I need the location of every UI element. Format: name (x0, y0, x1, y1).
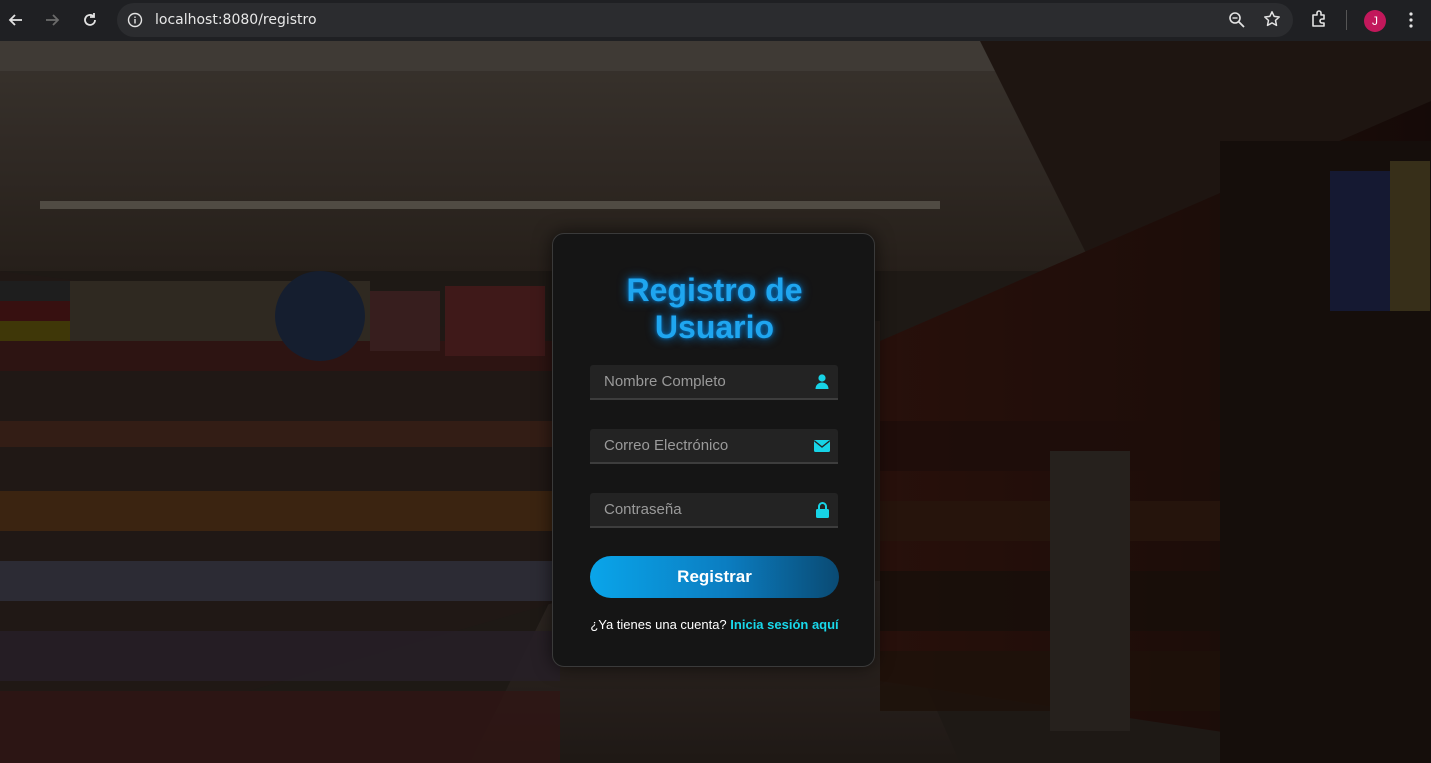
lock-icon (814, 501, 830, 518)
toolbar-divider (1346, 10, 1347, 30)
zoom-icon[interactable] (1228, 11, 1245, 33)
registration-card: Registro de Usuario Registrar ¿Ya tienes… (552, 233, 875, 667)
menu-icon[interactable] (1403, 11, 1419, 34)
title-line-2: Usuario (654, 309, 775, 345)
user-icon (814, 374, 830, 390)
password-input[interactable] (590, 493, 814, 526)
login-prompt-text: ¿Ya tienes una cuenta? (590, 617, 727, 632)
address-bar[interactable]: localhost:8080/registro (117, 3, 1293, 37)
envelope-icon (814, 438, 830, 454)
title-line-1: Registro de (626, 272, 803, 308)
back-icon[interactable] (0, 4, 32, 36)
reload-icon[interactable] (74, 4, 106, 36)
forward-icon[interactable] (36, 4, 68, 36)
extensions-icon[interactable] (1309, 9, 1329, 34)
login-prompt-row: ¿Ya tienes una cuenta? Inicia sesión aqu… (553, 617, 876, 632)
profile-avatar[interactable]: J (1364, 10, 1386, 32)
info-icon[interactable] (127, 12, 143, 28)
url-text[interactable]: localhost:8080/registro (155, 12, 317, 28)
name-input[interactable] (590, 365, 814, 398)
email-field (590, 429, 838, 464)
star-icon[interactable] (1263, 10, 1281, 33)
email-input[interactable] (590, 429, 814, 462)
page-background: Registro de Usuario Registrar ¿Ya tienes… (0, 41, 1431, 763)
browser-toolbar: localhost:8080/registro J (0, 0, 1431, 41)
login-link[interactable]: Inicia sesión aquí (730, 617, 838, 632)
password-field (590, 493, 838, 528)
name-field (590, 365, 838, 400)
register-button[interactable]: Registrar (590, 556, 839, 598)
page-title: Registro de Usuario (553, 272, 876, 346)
